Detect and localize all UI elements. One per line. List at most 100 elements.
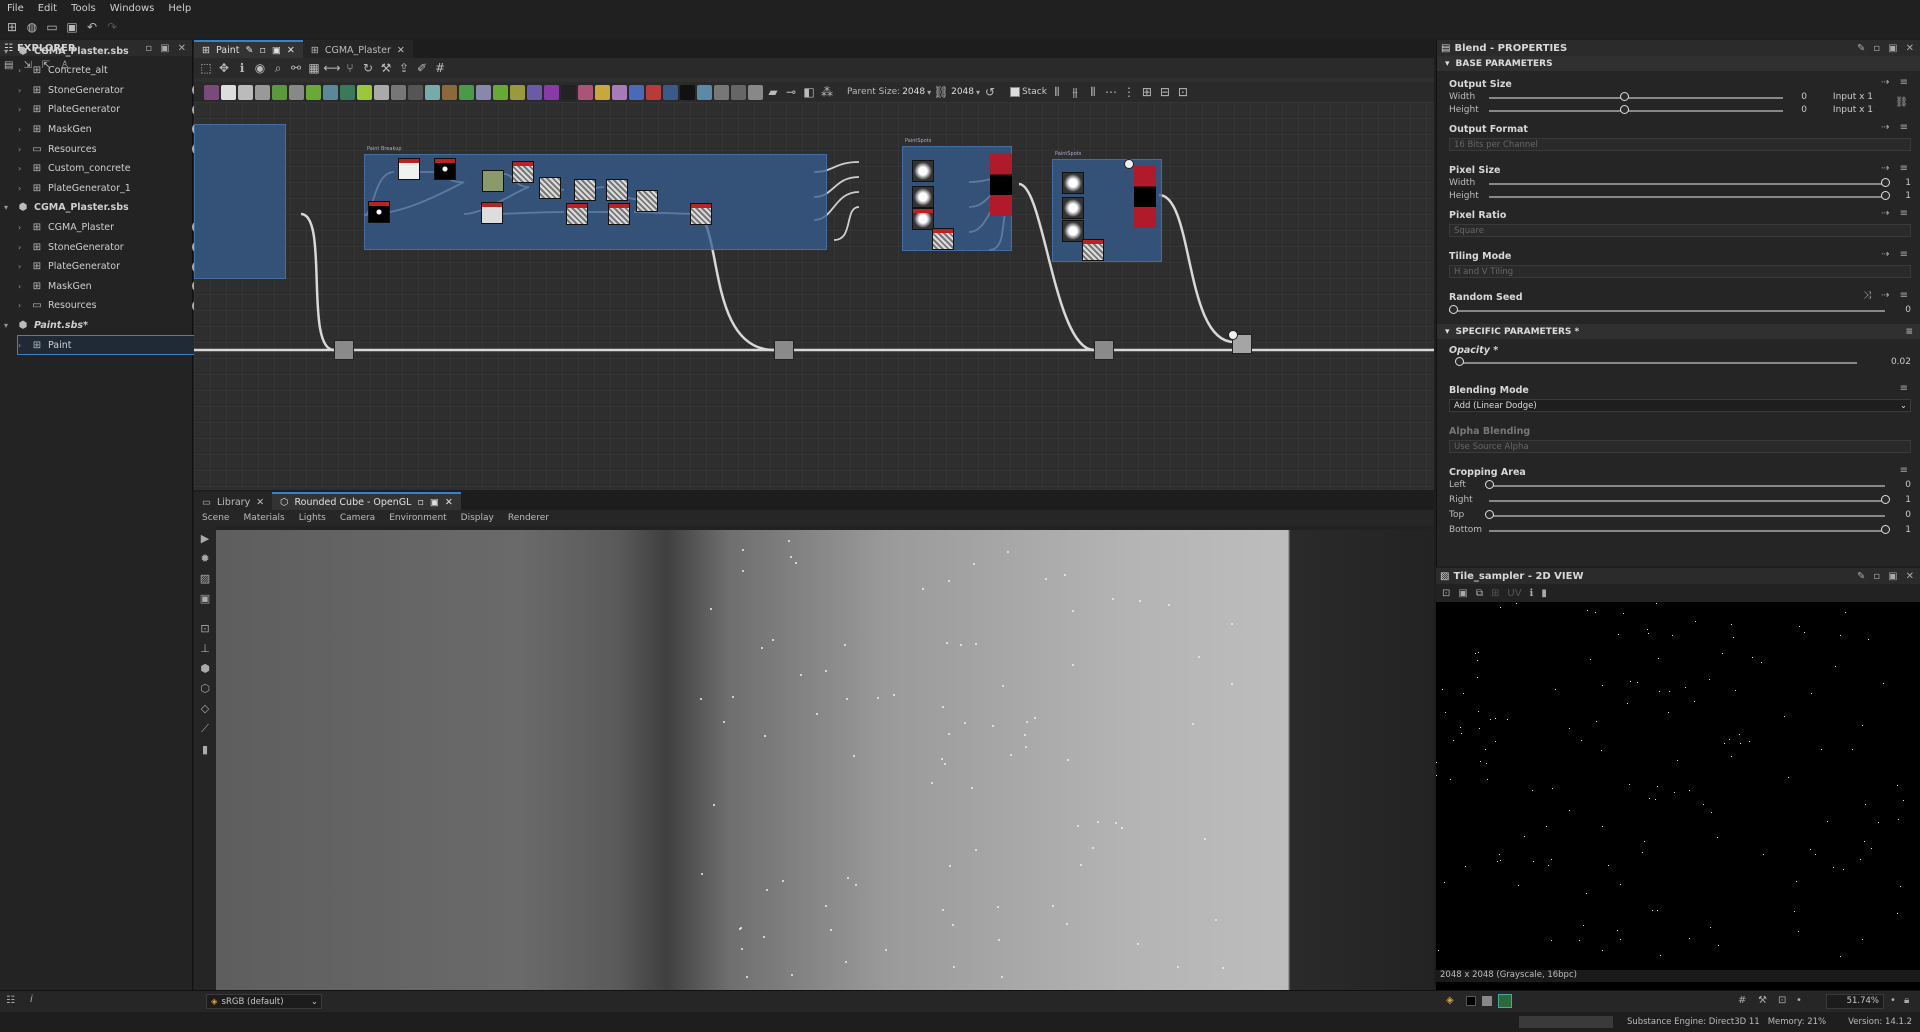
- expose-icon[interactable]: ⇢: [1881, 77, 1889, 88]
- node-expose-icon[interactable]: [1124, 159, 1134, 169]
- explorer-item[interactable]: ›⊞PlateGeneratori: [18, 101, 208, 119]
- histogram-icon[interactable]: ▮: [1541, 588, 1547, 599]
- frame-node-icon[interactable]: ◧: [801, 84, 817, 100]
- float-icon[interactable]: ▫: [1873, 43, 1880, 54]
- light-bulb-icon[interactable]: ✹: [200, 552, 209, 565]
- distance-icon[interactable]: [476, 84, 491, 100]
- zoom-input[interactable]: 51.74%: [1826, 994, 1884, 1009]
- crop-top-slider[interactable]: [1489, 515, 1885, 517]
- viewport-3d-render[interactable]: [216, 530, 1434, 990]
- output-height-slider[interactable]: [1489, 110, 1783, 112]
- blend-node[interactable]: [990, 154, 1012, 216]
- snap-icon[interactable]: [748, 84, 763, 100]
- edge-icon[interactable]: [493, 84, 508, 100]
- fit-icon[interactable]: ⊡: [1778, 995, 1786, 1006]
- pin-icon[interactable]: ✎: [1857, 571, 1865, 582]
- filter-icon[interactable]: [425, 84, 440, 100]
- expose-icon[interactable]: ⇢: [1881, 290, 1889, 301]
- explorer-item[interactable]: ›▭Resourcesi: [18, 297, 208, 315]
- tiling-mode-dropdown[interactable]: H and V Tiling: [1449, 265, 1911, 278]
- graph-node[interactable]: [512, 161, 534, 183]
- graph-node-passthrough[interactable]: [1094, 340, 1114, 360]
- pixel-width-value[interactable]: 1: [1881, 178, 1911, 188]
- graph-node[interactable]: [636, 190, 658, 212]
- menu-windows[interactable]: Windows: [103, 3, 162, 14]
- explorer-package[interactable]: ▾ ⬢ Paint.sbs*: [4, 316, 194, 334]
- pin-node-icon[interactable]: ⊸: [783, 84, 799, 100]
- list-icon[interactable]: ≡: [1900, 249, 1908, 260]
- mask-icon[interactable]: [646, 84, 661, 100]
- graph-node[interactable]: [912, 208, 934, 230]
- gradient-icon[interactable]: [272, 84, 287, 100]
- output-width-knob[interactable]: [1620, 92, 1629, 101]
- graph-node[interactable]: [912, 186, 934, 208]
- close-icon[interactable]: ✕: [445, 497, 453, 508]
- explorer-item[interactable]: ›⊞StoneGeneratori: [18, 238, 208, 256]
- cube-solid-icon[interactable]: ⬢: [200, 662, 210, 675]
- new-graph-icon[interactable]: ⊞: [4, 19, 20, 35]
- warning-icon[interactable]: [595, 84, 610, 100]
- chevron-right-icon[interactable]: ›: [18, 125, 26, 134]
- chevron-right-icon[interactable]: ›: [18, 145, 26, 154]
- output-icon[interactable]: [680, 84, 695, 100]
- tool-icon[interactable]: ⚒: [378, 60, 394, 76]
- crop-bottom-value[interactable]: 1: [1881, 525, 1911, 535]
- tab-library[interactable]: ▭ Library ✕: [194, 492, 273, 510]
- pattern-icon[interactable]: [459, 84, 474, 100]
- chevron-right-icon[interactable]: ›: [18, 341, 26, 350]
- graph-node[interactable]: [606, 179, 628, 201]
- atomic-node-icon[interactable]: [204, 84, 219, 100]
- directional-icon[interactable]: [629, 84, 644, 100]
- chevron-right-icon[interactable]: ›: [18, 105, 26, 114]
- crop-left-value[interactable]: 0: [1881, 480, 1911, 490]
- menu-materials[interactable]: Materials: [243, 513, 284, 523]
- pixel-icon[interactable]: •: [1796, 995, 1802, 1006]
- explorer-item[interactable]: ›⊞MaskGeni: [18, 277, 208, 295]
- list-icon[interactable]: ≡: [1900, 122, 1908, 133]
- graph-node[interactable]: [1082, 239, 1104, 261]
- menu-environment[interactable]: Environment: [389, 513, 446, 523]
- shape-icon[interactable]: [391, 84, 406, 100]
- view2d-image[interactable]: [1436, 602, 1920, 962]
- expose-icon[interactable]: ⇢: [1881, 122, 1889, 133]
- pin-icon[interactable]: ✎: [1857, 43, 1865, 54]
- list-icon[interactable]: ≡: [1900, 465, 1908, 476]
- pixel-height-value[interactable]: 1: [1881, 191, 1911, 201]
- align-left-icon[interactable]: ⫴: [1049, 84, 1065, 100]
- graph-node[interactable]: [482, 170, 504, 192]
- histogram-icon[interactable]: ▮: [202, 743, 208, 756]
- layout-icon[interactable]: ⊞: [1139, 84, 1155, 100]
- stack-checkbox[interactable]: [1010, 87, 1021, 97]
- pixel-processor-icon[interactable]: [578, 84, 593, 100]
- snap-grid-icon[interactable]: ⊡: [1175, 84, 1191, 100]
- info-icon[interactable]: ℹ: [1530, 588, 1534, 599]
- parent-size-dropdown[interactable]: 2048: [902, 87, 925, 97]
- branch-icon[interactable]: ⑂: [342, 60, 358, 76]
- text-icon[interactable]: [612, 84, 627, 100]
- dot-node-icon[interactable]: ⁂: [819, 84, 835, 100]
- maximize-icon[interactable]: ▣: [430, 497, 439, 508]
- menu-display[interactable]: Display: [461, 513, 494, 523]
- explorer-item[interactable]: › ⊞ Paint: [17, 335, 209, 355]
- node-expose-icon[interactable]: [1228, 330, 1238, 340]
- menu-edit[interactable]: Edit: [31, 3, 64, 14]
- zoom-icon[interactable]: ⌕: [270, 60, 286, 76]
- chevron-right-icon[interactable]: ›: [18, 243, 26, 252]
- fit-icon[interactable]: ⊡: [200, 622, 209, 635]
- curve-icon[interactable]: [306, 84, 321, 100]
- tab-paint[interactable]: ⊞ Paint ✎ ▫ ▣ ✕: [194, 40, 303, 58]
- float-icon[interactable]: ▫: [259, 45, 265, 56]
- maximize-icon[interactable]: ▣: [1888, 571, 1897, 582]
- explorer-item[interactable]: ›⊞StoneGeneratori: [18, 81, 208, 99]
- crop-bottom-slider[interactable]: [1489, 530, 1885, 532]
- blend-icon[interactable]: [289, 84, 304, 100]
- colorspace-dropdown[interactable]: ◈ sRGB (default) ⌄: [206, 994, 322, 1009]
- graph-node[interactable]: [398, 158, 420, 180]
- random-seed-value[interactable]: 0: [1881, 305, 1911, 315]
- expose-icon[interactable]: ⇢: [1881, 208, 1889, 219]
- transform-icon[interactable]: [357, 84, 372, 100]
- new-package-icon[interactable]: ◍: [24, 19, 40, 35]
- menu-file[interactable]: File: [0, 3, 31, 14]
- graph-canvas[interactable]: Paint Breakup PaintSpots PaintSpots: [194, 102, 1434, 490]
- open-folder-icon[interactable]: ▭: [44, 19, 60, 35]
